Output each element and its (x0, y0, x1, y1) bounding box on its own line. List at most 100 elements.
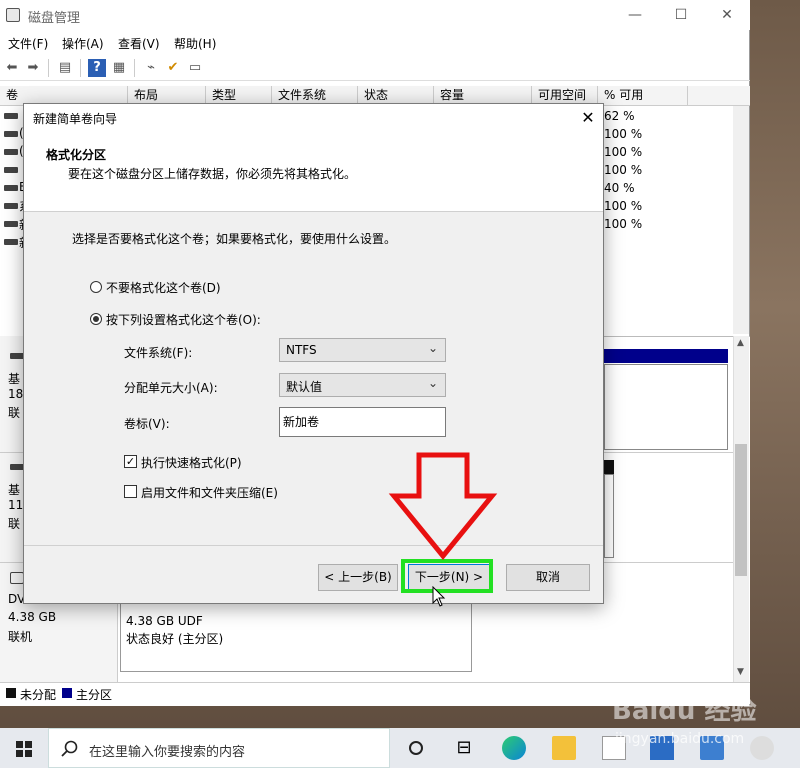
compression-label[interactable]: 启用文件和文件夹压缩(E) (141, 484, 278, 501)
forward-arrow-icon[interactable]: ➡ (24, 59, 42, 77)
properties-icon[interactable]: ▦ (110, 59, 128, 77)
volume-label-label: 卷标(V): (124, 417, 170, 431)
quick-format-label[interactable]: 执行快速格式化(P) (141, 454, 242, 471)
volume-label-input[interactable]: 新加卷 (279, 407, 446, 437)
radio-format-label[interactable]: 按下列设置格式化这个卷(O): (106, 311, 261, 328)
disk0-size: 18 (8, 387, 24, 401)
connect-icon[interactable]: ⌁ (142, 59, 160, 77)
toolbar-separator (48, 59, 49, 77)
percent-free-cell: 100 % (604, 145, 643, 159)
page-heading: 格式化分区 (46, 148, 107, 162)
dvd-size: 4.38 GB (8, 610, 57, 624)
edge-icon[interactable] (502, 736, 526, 760)
windows-logo-icon (16, 741, 32, 757)
legend-unallocated: 未分配 (20, 688, 57, 702)
drive-icon (4, 131, 18, 137)
radio-format[interactable] (90, 313, 102, 325)
dialog-title-bar[interactable]: 新建简单卷向导 ✕ (24, 104, 603, 132)
dialog-footer-divider (24, 545, 603, 546)
file-explorer-icon[interactable] (552, 736, 576, 760)
toolbar-separator (134, 59, 135, 77)
maximize-button[interactable]: ☐ (658, 0, 704, 30)
taskbar-search-box[interactable]: 在这里输入你要搜索的内容 (48, 728, 390, 768)
format-prompt: 选择是否要格式化这个卷；如果要格式化，要使用什么设置。 (72, 232, 397, 246)
dvd-partition-size: 4.38 GB UDF (126, 614, 203, 628)
scroll-up-icon[interactable]: ▲ (737, 338, 744, 348)
mouse-cursor-icon (432, 586, 446, 607)
back-arrow-icon[interactable]: ⬅ (3, 59, 21, 77)
unallocated-bar[interactable] (604, 460, 614, 474)
disk0-partition[interactable] (604, 364, 728, 450)
check-icon[interactable]: ✔ (164, 59, 182, 77)
app-icon[interactable] (750, 736, 774, 760)
search-icon (61, 740, 78, 757)
disk0-status: 联 (8, 406, 21, 420)
allocation-unit-select[interactable]: 默认值 ⌄ (279, 373, 446, 397)
drive-icon (4, 203, 18, 209)
filesystem-label: 文件系统(F): (124, 346, 193, 360)
volume-list-scrollbar[interactable] (733, 106, 749, 334)
radio-no-format[interactable] (90, 281, 102, 293)
drive-icon (4, 113, 18, 119)
primary-partition-bar[interactable] (604, 349, 728, 363)
dialog-close-icon[interactable]: ✕ (577, 107, 599, 129)
drive-icon (4, 221, 18, 227)
cortana-icon[interactable] (404, 736, 428, 760)
percent-free-cell: 62 % (604, 109, 635, 123)
title-bar[interactable]: 磁盘管理 — ☐ ✕ (0, 0, 750, 30)
drive-icon (4, 167, 18, 173)
drive-icon (4, 149, 18, 155)
percent-free-cell: 100 % (604, 199, 643, 213)
disk0-type: 基 (8, 372, 21, 386)
menu-bar: 文件(F) 操作(A) 查看(V) 帮助(H) (0, 31, 750, 53)
dialog-title: 新建简单卷向导 (33, 112, 118, 126)
chevron-down-icon: ⌄ (427, 341, 438, 355)
quick-format-checkbox[interactable]: ✓ (124, 455, 137, 468)
dvd-partition-status: 状态良好 (主分区) (126, 632, 224, 646)
filesystem-value: NTFS (286, 343, 317, 357)
radio-no-format-label[interactable]: 不要格式化这个卷(D) (106, 279, 221, 296)
disk1-size: 11 (8, 498, 24, 512)
help-icon[interactable]: ? (88, 59, 106, 77)
unallocated-swatch (6, 688, 16, 698)
menu-help[interactable]: 帮助(H) (174, 35, 216, 52)
back-button[interactable]: < 上一步(B) (318, 564, 398, 591)
minimize-button[interactable]: — (612, 0, 658, 30)
drive-icon (4, 239, 18, 245)
toolbar-separator (80, 59, 81, 77)
column-percent-free[interactable]: % 可用 (598, 86, 688, 106)
window-title: 磁盘管理 (28, 11, 81, 26)
disk1-partition[interactable] (604, 474, 614, 558)
baidu-watermark-url: jingyan.baidu.com (615, 731, 745, 747)
next-button-highlight (401, 559, 493, 593)
new-simple-volume-wizard: 新建简单卷向导 ✕ 格式化分区 要在这个磁盘分区上储存数据，你必须先将其格式化。… (23, 103, 604, 604)
scrollbar-thumb[interactable] (735, 444, 747, 576)
percent-free-cell: 40 % (604, 181, 635, 195)
filesystem-select[interactable]: NTFS ⌄ (279, 338, 446, 362)
chevron-down-icon: ⌄ (427, 376, 438, 390)
search-placeholder: 在这里输入你要搜索的内容 (89, 745, 246, 760)
percent-free-cell: 100 % (604, 163, 643, 177)
allocation-unit-value: 默认值 (286, 380, 323, 394)
toolbar: ⬅ ➡ ▤ ? ▦ ⌁ ✔ ▭ (0, 55, 750, 81)
allocation-unit-label: 分配单元大小(A): (124, 381, 218, 395)
menu-view[interactable]: 查看(V) (118, 35, 160, 52)
disk-icon (10, 464, 24, 470)
cancel-button[interactable]: 取消 (506, 564, 590, 591)
list-icon[interactable]: ▭ (186, 59, 204, 77)
task-view-icon[interactable]: ⊟ (452, 736, 476, 760)
dvd-icon (10, 572, 24, 584)
disk-management-icon (6, 8, 20, 22)
drive-icon (4, 185, 18, 191)
disk1-status: 联 (8, 517, 21, 531)
close-button[interactable]: ✕ (704, 0, 750, 30)
start-button[interactable] (0, 728, 48, 768)
menu-file[interactable]: 文件(F) (8, 35, 48, 52)
scroll-down-icon[interactable]: ▼ (737, 667, 744, 677)
console-tree-icon[interactable]: ▤ (56, 59, 74, 77)
radio-selected-dot (93, 316, 99, 322)
dialog-header: 格式化分区 要在这个磁盘分区上储存数据，你必须先将其格式化。 (24, 132, 603, 212)
menu-action[interactable]: 操作(A) (62, 35, 104, 52)
compression-checkbox[interactable] (124, 485, 137, 498)
legend-primary: 主分区 (76, 688, 113, 702)
